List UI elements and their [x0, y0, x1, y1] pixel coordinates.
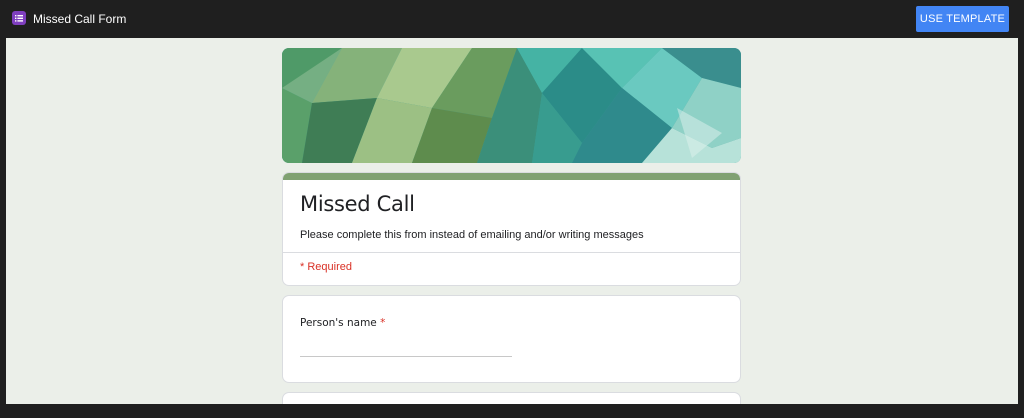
persons-name-input[interactable] — [300, 342, 512, 357]
divider — [283, 252, 740, 253]
app-title: Missed Call Form — [33, 12, 127, 26]
form-description: Please complete this from instead of ema… — [300, 229, 644, 241]
question-card-persons-name: Person's name * — [282, 295, 741, 383]
question-card-next — [282, 392, 741, 404]
question-label-text: Person's name — [300, 317, 377, 329]
required-note: * Required — [300, 261, 352, 273]
header-banner-image — [282, 48, 741, 163]
question-label: Person's name * — [300, 317, 385, 329]
form-title: Missed Call — [300, 192, 415, 216]
use-template-button[interactable]: USE TEMPLATE — [916, 6, 1009, 32]
required-asterisk: * — [380, 317, 386, 329]
forms-list-icon — [12, 11, 26, 25]
header-accent-bar — [283, 173, 740, 180]
top-bar: Missed Call Form USE TEMPLATE — [0, 0, 1024, 38]
form-canvas: Missed Call Please complete this from in… — [6, 38, 1018, 404]
form-header-card: Missed Call Please complete this from in… — [282, 172, 741, 286]
